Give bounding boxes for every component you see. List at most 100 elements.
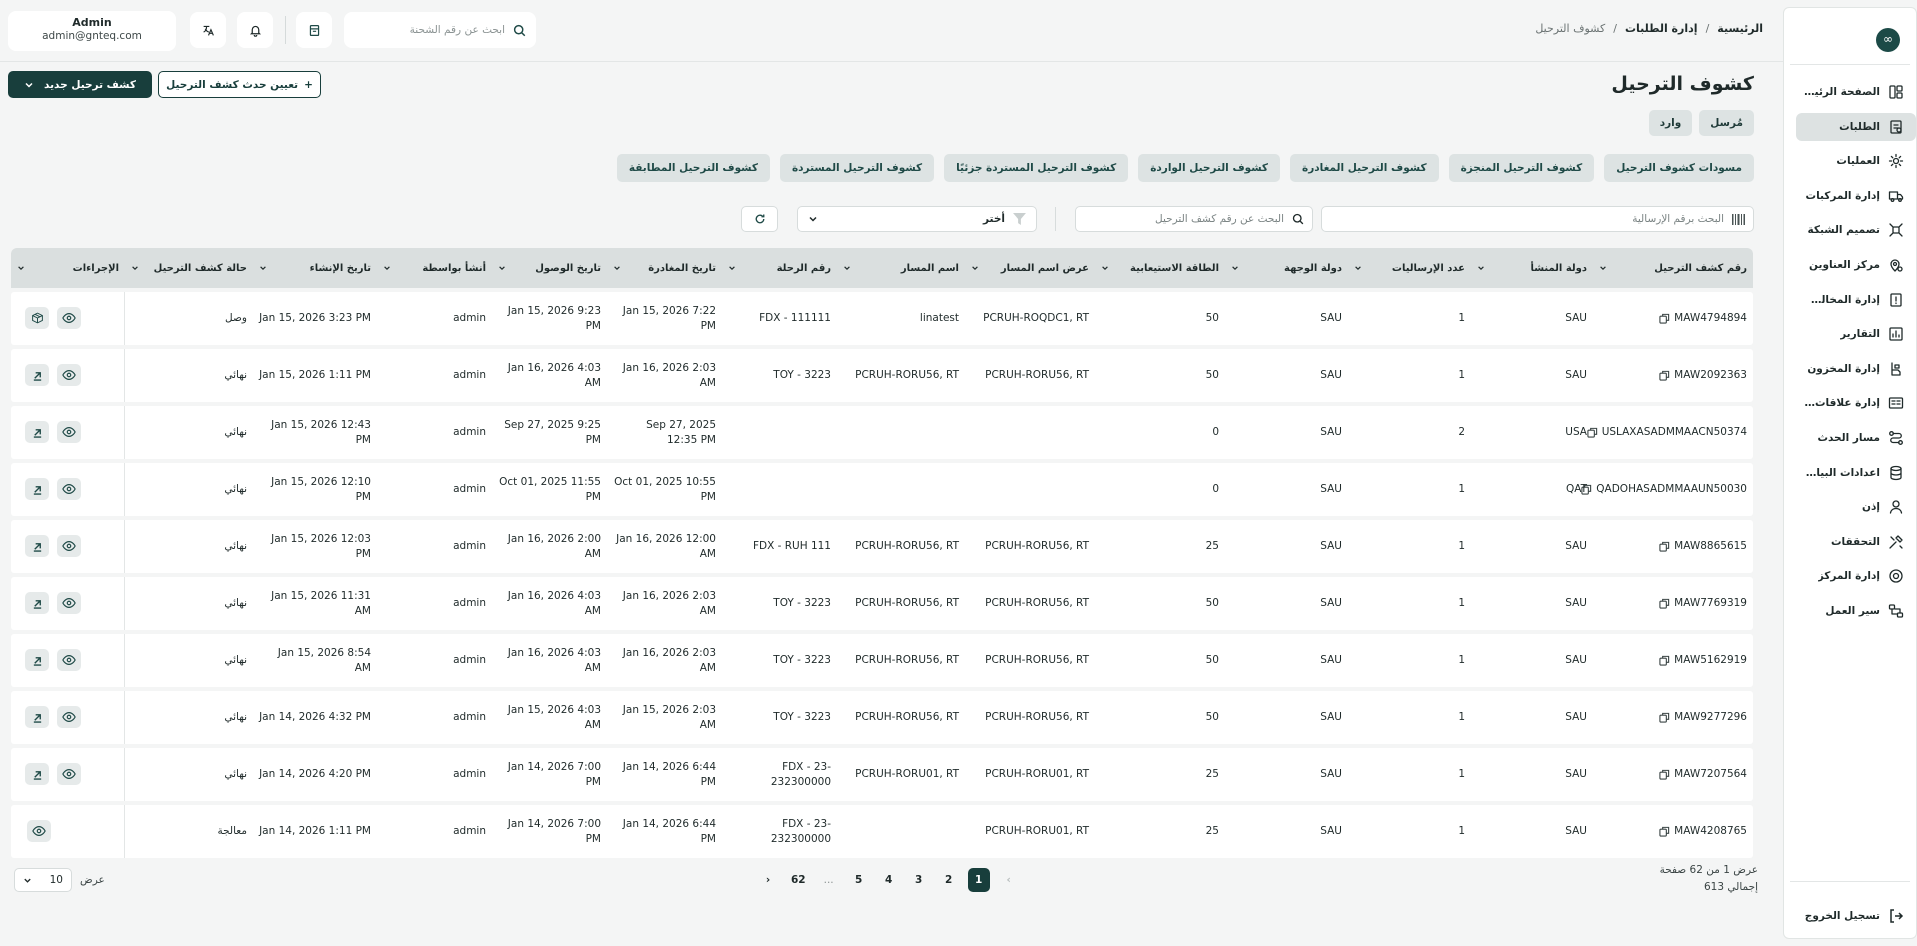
tab-5[interactable]: كشوف الترحيل المستردة — [779, 154, 935, 182]
manifest-number[interactable]: MAW5162919 — [1674, 653, 1747, 668]
breadcrumb-home[interactable]: الرئيسية — [1717, 22, 1763, 35]
next-page-button[interactable]: › — [757, 868, 779, 892]
page-button[interactable]: 4 — [878, 868, 900, 892]
table-row[interactable]: MAW7207564 SAU 1 SAU 25 PCRUH-RORU01, RT PCRUH… — [11, 748, 1753, 801]
view-button[interactable] — [57, 649, 81, 671]
app-logo[interactable]: ∞ — [1876, 28, 1900, 52]
manifest-number[interactable]: MAW8865615 — [1674, 539, 1747, 554]
manifest-number[interactable]: MAW7207564 — [1674, 767, 1747, 782]
sidebar-item-workflow[interactable]: سير العمل — [1796, 597, 1916, 625]
logout-button[interactable]: تسجيل الخروج — [1805, 908, 1904, 924]
sidebar-item-dashboard[interactable]: الصفحة الرئيسية — [1796, 78, 1916, 106]
table-row[interactable]: MAW9277296 SAU 1 SAU 50 PCRUH-RORU56, RT PCRUH… — [11, 691, 1753, 744]
column-header[interactable]: اسم المسار — [837, 248, 965, 288]
page-button[interactable]: 2 — [938, 868, 960, 892]
table-row[interactable]: MAW5162919 SAU 1 SAU 50 PCRUH-RORU56, RT PCRUH… — [11, 634, 1753, 687]
column-header[interactable]: حالة كشف الترحيل — [125, 248, 253, 288]
column-header[interactable]: الطاقة الاستيعابية — [1095, 248, 1225, 288]
column-header[interactable]: عرض اسم المسار — [965, 248, 1095, 288]
prev-page-button[interactable]: ‹ — [998, 868, 1020, 892]
column-header[interactable]: عدد الإرساليات — [1348, 248, 1471, 288]
open-button[interactable] — [25, 364, 49, 386]
sidebar-item-crm[interactable]: إدارة علاقات العملاء — [1796, 389, 1916, 417]
sidebar-item-operations[interactable]: العمليات — [1796, 147, 1916, 175]
sidebar-item-address[interactable]: مركز العناوين — [1796, 251, 1916, 279]
open-button[interactable] — [25, 706, 49, 728]
shipment-number-input[interactable] — [1330, 213, 1724, 225]
open-button[interactable] — [25, 535, 49, 557]
manifest-number[interactable]: MAW4208765 — [1674, 824, 1747, 839]
column-header[interactable]: تاريخ الإنشاء — [253, 248, 377, 288]
open-button[interactable] — [25, 478, 49, 500]
copy-icon[interactable] — [1659, 541, 1670, 552]
manifest-number[interactable]: MAW4794894 — [1674, 311, 1747, 326]
view-button[interactable] — [57, 706, 81, 728]
status-select[interactable]: أختر — [797, 206, 1037, 232]
sidebar-item-route[interactable]: مسار الحدث — [1796, 424, 1916, 452]
shipment-search-input[interactable] — [354, 24, 505, 36]
open-button[interactable] — [25, 763, 49, 785]
column-header[interactable]: رقم الرحلة — [722, 248, 837, 288]
view-button[interactable] — [57, 592, 81, 614]
open-button[interactable] — [25, 421, 49, 443]
pill-incoming[interactable]: وارد — [1648, 110, 1693, 136]
column-header[interactable]: تاريخ الوصول — [492, 248, 607, 288]
copy-icon[interactable] — [1659, 712, 1670, 723]
tab-0[interactable]: مسودات كشوف الترحيل — [1604, 154, 1754, 182]
copy-icon[interactable] — [1659, 655, 1670, 666]
manifest-number[interactable]: MAW2092363 — [1674, 368, 1747, 383]
sidebar-item-permission[interactable]: إذن — [1796, 493, 1916, 521]
page-button[interactable]: 62 — [787, 868, 810, 892]
sidebar-item-center[interactable]: إدارة المركز — [1796, 562, 1916, 590]
sidebar-item-truck[interactable]: إدارة المركبات — [1796, 182, 1916, 210]
view-button[interactable] — [57, 307, 81, 329]
copy-icon[interactable] — [1659, 598, 1670, 609]
sidebar-item-tools[interactable]: التحققات — [1796, 528, 1916, 556]
table-row[interactable]: USLAXASADMMAACN50374 USA 2 SAU 0 Sep 27, 2025… — [11, 406, 1753, 459]
column-header[interactable]: تاريخ المغادرة — [607, 248, 722, 288]
view-button[interactable] — [57, 364, 81, 386]
view-button[interactable] — [57, 763, 81, 785]
table-row[interactable]: MAW2092363 SAU 1 SAU 50 PCRUH-RORU56, RT PCRUH… — [11, 349, 1753, 402]
view-button[interactable] — [27, 820, 51, 842]
column-header[interactable]: أنشأ بواسطة — [377, 248, 492, 288]
breadcrumb-orders[interactable]: إدارة الطلبات — [1625, 22, 1698, 35]
manifest-number[interactable]: MAW7769319 — [1674, 596, 1747, 611]
manifest-number[interactable]: MAW9277296 — [1674, 710, 1747, 725]
table-row[interactable]: QADOHASADMMAAUN50030 QAT 1 SAU 0 Oct 01, 2025… — [11, 463, 1753, 516]
open-button[interactable] — [25, 592, 49, 614]
view-button[interactable] — [57, 535, 81, 557]
tab-3[interactable]: كشوف الترحيل الواردة — [1138, 154, 1281, 182]
table-row[interactable]: MAW4794894 SAU 1 SAU 50 PCRUH-ROQDC1, RT linat… — [11, 292, 1753, 345]
table-row[interactable]: MAW4208765 SAU 1 SAU 25 PCRUH-RORU01, RT FDX -… — [11, 805, 1753, 858]
tab-2[interactable]: كشوف الترحيل المغادرة — [1290, 154, 1439, 182]
tab-1[interactable]: كشوف الترحيل المنجزة — [1448, 154, 1595, 182]
column-header[interactable]: دولة الوجهة — [1225, 248, 1348, 288]
copy-icon[interactable] — [1659, 370, 1670, 381]
column-header[interactable]: دولة المنشأ — [1471, 248, 1593, 288]
refresh-button[interactable] — [741, 206, 778, 232]
language-button[interactable] — [190, 12, 226, 48]
tab-6[interactable]: كشوف الترحيل المطابقة — [616, 154, 770, 182]
view-button[interactable] — [57, 421, 81, 443]
copy-icon[interactable] — [1659, 769, 1670, 780]
notifications-button[interactable] — [237, 12, 273, 48]
view-button[interactable] — [57, 478, 81, 500]
per-page-select[interactable]: 10 — [14, 868, 72, 892]
manifest-number[interactable]: QADOHASADMMAAUN50030 — [1596, 482, 1747, 497]
pill-sent[interactable]: مُرسل — [1699, 110, 1754, 136]
column-header[interactable]: رقم كشف الترحيل — [1593, 248, 1753, 288]
tab-4[interactable]: كشوف الترحيل المستردة جزئيًا — [944, 154, 1129, 182]
column-header[interactable]: الإجراءات — [11, 248, 125, 288]
table-row[interactable]: MAW8865615 SAU 1 SAU 25 PCRUH-RORU56, RT PCRUH… — [11, 520, 1753, 573]
manifest-number-input[interactable] — [1084, 213, 1284, 225]
assign-event-button[interactable]: + تعيين حدث كشف الترحيل — [158, 71, 321, 98]
sidebar-item-network[interactable]: تصميم الشبكة — [1796, 216, 1916, 244]
copy-icon[interactable] — [1659, 313, 1670, 324]
page-button[interactable]: 5 — [848, 868, 870, 892]
sidebar-item-orders[interactable]: الطلبات — [1796, 112, 1916, 141]
user-menu[interactable]: Admin admin@gnteq.com — [8, 11, 176, 51]
copy-icon[interactable] — [1659, 826, 1670, 837]
page-button[interactable]: 3 — [908, 868, 930, 892]
manifest-number[interactable]: USLAXASADMMAACN50374 — [1602, 425, 1747, 440]
